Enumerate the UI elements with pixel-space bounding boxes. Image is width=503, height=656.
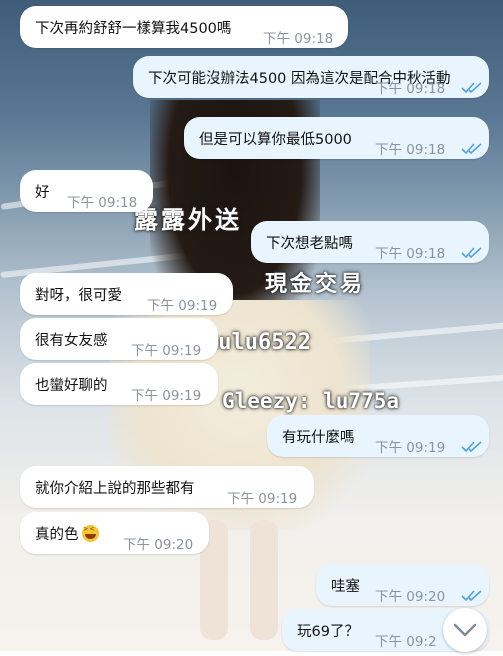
message-bubble-incoming[interactable]: 也蠻好聊的 下午 09:19 — [20, 363, 218, 405]
watermark-line3: lulu6522 — [205, 330, 311, 355]
watermark-line4: Gleezy: lu775a — [222, 389, 400, 413]
message-text: 玩69了？ — [297, 624, 359, 640]
chevron-down-icon — [453, 623, 477, 637]
message-text: 就你介紹上說的那些都有 — [35, 481, 195, 497]
message-bubble-incoming[interactable]: 對呀，很可愛 下午 09:19 — [20, 273, 233, 315]
message-text: 下次想老點嗎 — [266, 236, 353, 252]
watermark-line2: 現金交易 — [265, 272, 366, 297]
message-text: 對呀，很可愛 — [35, 288, 122, 304]
message-text: 有玩什麼嗎 — [282, 430, 355, 446]
message-bubble-incoming[interactable]: 就你介紹上說的那些都有 下午 09:19 — [20, 466, 314, 508]
message-text: 好 — [35, 185, 50, 201]
message-time: 下午 09:19 — [375, 440, 446, 456]
message-bubble-outgoing[interactable]: 但是可以算你最低5000 下午 09:18 — [184, 117, 489, 159]
message-time: 下午 09:19 — [147, 298, 218, 314]
message-time: 下午 09:20 — [375, 589, 446, 605]
read-check-icon — [461, 143, 482, 154]
message-bubble-incoming[interactable]: 好 下午 09:18 — [20, 170, 153, 212]
message-time: 下午 09:18 — [375, 81, 446, 97]
message-bubble-incoming[interactable]: 很有女友感 下午 09:19 — [20, 318, 218, 360]
message-time: 下午 09:19 — [131, 388, 202, 404]
message-time: 下午 09:20 — [123, 537, 194, 553]
message-time: 下午 09:18 — [263, 31, 334, 47]
message-time: 下午 09:19 — [227, 491, 298, 507]
message-text: 也蠻好聊的 — [35, 378, 108, 394]
message-bubble-outgoing[interactable]: 下次想老點嗎 下午 09:18 — [251, 221, 489, 263]
message-text-wrapper: 真的色 — [35, 523, 99, 544]
message-time: 下午 09:18 — [67, 195, 138, 211]
message-text: 哇塞 — [331, 579, 360, 595]
message-time: 下午 09:2 — [375, 634, 437, 650]
message-text: 下次再約舒舒一樣算我4500嗎 — [35, 21, 232, 37]
message-text: 真的色 — [35, 527, 79, 543]
message-bubble-outgoing[interactable]: 哇塞 下午 09:20 — [316, 564, 489, 606]
watermark-line1: 露露外送 — [134, 206, 242, 234]
message-time: 下午 09:19 — [131, 343, 202, 359]
message-bubble-incoming[interactable]: 真的色 下午 09:20 — [20, 512, 209, 554]
message-bubble-outgoing[interactable]: 下次可能沒辦法4500 因為這次是配合中秋活動 下午 09:18 — [133, 56, 489, 98]
read-check-icon — [461, 247, 482, 258]
read-check-icon — [461, 441, 482, 452]
message-text: 很有女友感 — [35, 333, 108, 349]
read-check-icon — [461, 590, 482, 601]
scroll-to-bottom-button[interactable] — [443, 608, 487, 652]
message-bubble-incoming[interactable]: 下次再約舒舒一樣算我4500嗎 下午 09:18 — [20, 6, 348, 48]
read-check-icon — [461, 82, 482, 93]
message-time: 下午 09:18 — [375, 246, 446, 262]
grinning-squinting-face-icon — [81, 525, 99, 542]
message-time: 下午 09:18 — [375, 142, 446, 158]
message-bubble-outgoing[interactable]: 有玩什麼嗎 下午 09:19 — [267, 415, 489, 457]
photo-leg — [250, 520, 278, 640]
message-text: 但是可以算你最低5000 — [199, 132, 352, 148]
